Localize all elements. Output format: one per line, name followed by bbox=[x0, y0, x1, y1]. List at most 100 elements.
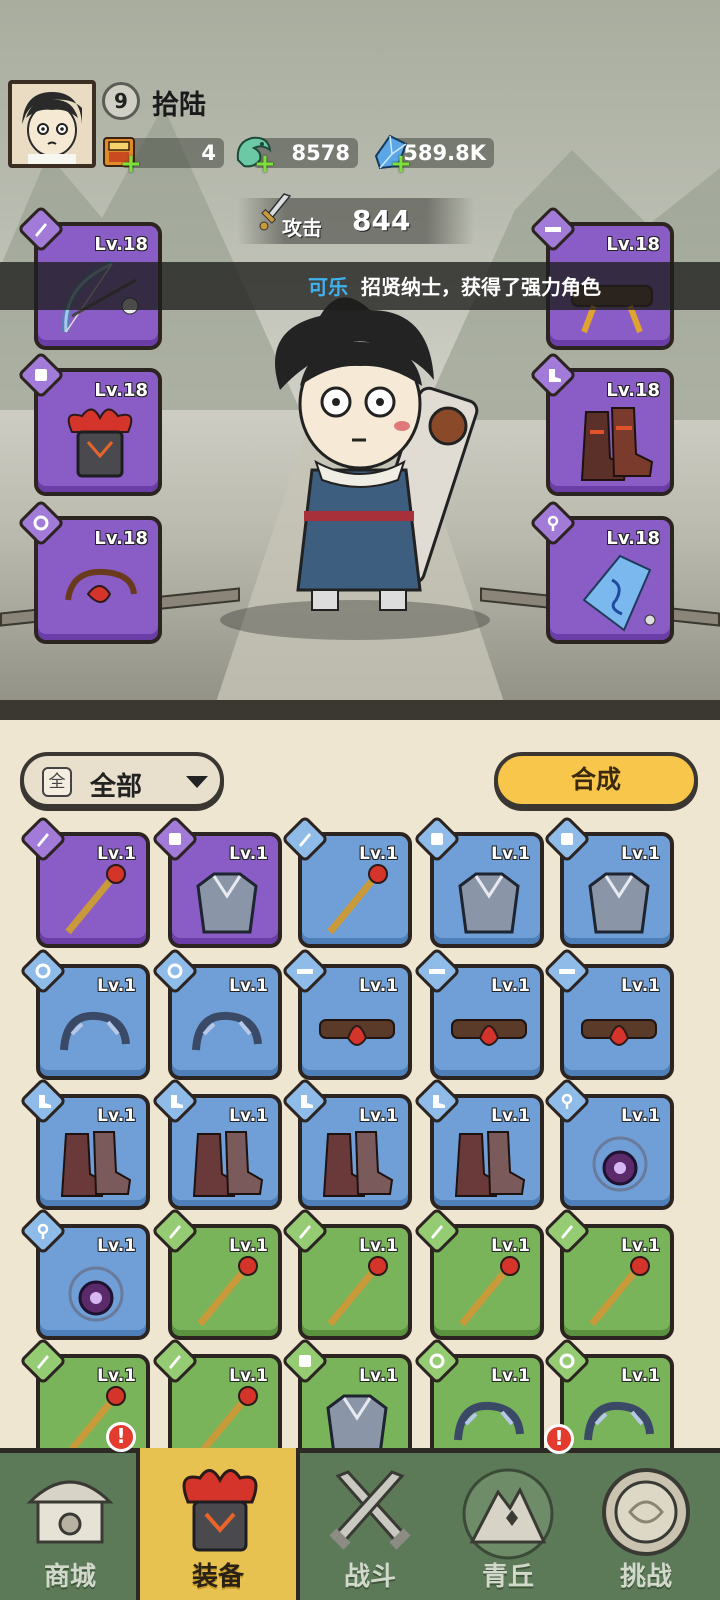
game-screen: { "player": {"level": "9", "name": "拾陆"}… bbox=[0, 0, 720, 1600]
boots-slot-icon bbox=[549, 369, 561, 382]
weapon-slot-icon bbox=[299, 833, 311, 847]
boots-icon bbox=[580, 407, 654, 481]
thorn-bracelet-icon bbox=[192, 1011, 262, 1051]
tab-label: 战斗 bbox=[343, 1562, 396, 1592]
belt-slot-icon bbox=[559, 969, 575, 974]
alert-badge: ! bbox=[544, 1424, 574, 1454]
weapon-slot-icon bbox=[37, 1355, 49, 1369]
bow-icon bbox=[589, 1256, 650, 1327]
inventory-item[interactable]: Lv.1 bbox=[150, 1076, 282, 1210]
inventory-item[interactable]: Lv.1 bbox=[150, 814, 282, 948]
tab-label: 商城 bbox=[43, 1562, 96, 1592]
item-level: Lv.18 bbox=[94, 234, 148, 255]
inventory-item[interactable]: Lv.1 bbox=[280, 946, 412, 1080]
item-level: Lv.1 bbox=[359, 1106, 398, 1126]
inventory-item[interactable]: Lv.1 bbox=[412, 946, 544, 1080]
filter-label: 全部 bbox=[90, 772, 143, 802]
tab-equipment[interactable]: 装备 bbox=[136, 1448, 300, 1600]
inventory-item[interactable]: Lv.1 bbox=[412, 814, 544, 948]
hero-character bbox=[275, 297, 479, 611]
inventory-item[interactable]: Lv.1 bbox=[542, 1076, 674, 1210]
claw-bracelet-icon bbox=[60, 1011, 130, 1051]
item-level: Lv.18 bbox=[94, 528, 148, 549]
shop-icon bbox=[26, 1480, 114, 1544]
armor-slot-icon bbox=[561, 833, 573, 845]
inventory-item[interactable]: Lv.1 bbox=[542, 1206, 674, 1340]
inventory-item[interactable]: Lv.1 bbox=[18, 1076, 150, 1210]
amulet-slot-icon bbox=[37, 1223, 49, 1239]
item-level: Lv.1 bbox=[229, 976, 268, 996]
inventory-item[interactable]: Lv.1 bbox=[412, 1206, 544, 1340]
filter-dropdown[interactable]: 全 全部 bbox=[20, 752, 224, 808]
ring-slot-icon bbox=[33, 515, 49, 531]
equipment-helmet-icon bbox=[182, 1469, 258, 1552]
inventory-item[interactable]: Lv.1 bbox=[18, 1206, 150, 1340]
marquee-message: 招贤纳士，获得了强力角色 bbox=[361, 275, 601, 299]
inventory-item[interactable]: Lv.1 bbox=[280, 814, 412, 948]
staff-icon bbox=[65, 864, 126, 935]
inventory-item[interactable]: Lv.1 bbox=[280, 1076, 412, 1210]
attack-value: 844 bbox=[352, 204, 411, 237]
chevron-down-icon bbox=[186, 776, 208, 788]
weapon-slot-icon bbox=[431, 1225, 443, 1239]
weapon-slot-icon bbox=[35, 223, 47, 237]
inventory-item[interactable]: Lv.1 bbox=[542, 946, 674, 1080]
armor-slot-icon bbox=[431, 833, 443, 845]
item-level: Lv.1 bbox=[97, 1106, 136, 1126]
filter-category-chip: 全 bbox=[42, 767, 72, 797]
equipped-slot-boots[interactable]: Lv.18 bbox=[528, 350, 674, 496]
equipped-slot-amulet[interactable]: Lv.18 bbox=[528, 498, 674, 644]
inventory-item[interactable]: Lv.1 bbox=[18, 814, 150, 948]
item-level: Lv.1 bbox=[229, 1366, 268, 1386]
craft-button[interactable]: 合成 bbox=[494, 752, 698, 808]
tab-shop[interactable]: 商城 ! bbox=[2, 1422, 138, 1600]
weapon-slot-icon bbox=[169, 1225, 181, 1239]
item-level: Lv.1 bbox=[359, 976, 398, 996]
item-level: Lv.1 bbox=[491, 976, 530, 996]
inventory-item[interactable]: Lv.1 bbox=[150, 946, 282, 1080]
item-level: Lv.18 bbox=[606, 528, 660, 549]
boots-slot-icon bbox=[39, 1095, 51, 1108]
armor-slot-icon bbox=[169, 833, 181, 845]
inventory-item[interactable]: Lv.1 bbox=[542, 814, 674, 948]
armor-slot-icon bbox=[299, 1355, 311, 1367]
item-level: Lv.1 bbox=[97, 976, 136, 996]
equipped-slot-armor[interactable]: Lv.18 bbox=[16, 350, 162, 496]
item-level: Lv.1 bbox=[491, 844, 530, 864]
inventory-item[interactable]: Lv.1 bbox=[150, 1206, 282, 1340]
tab-challenge[interactable]: 挑战 bbox=[578, 1448, 714, 1600]
item-level: Lv.18 bbox=[94, 380, 148, 401]
frost-boots-icon bbox=[192, 1131, 264, 1197]
player-avatar[interactable] bbox=[8, 80, 96, 168]
ring-slot-icon bbox=[559, 1353, 575, 1369]
chestplate-icon bbox=[196, 872, 258, 934]
add-tickets-button[interactable]: + bbox=[120, 151, 142, 177]
item-level: Lv.1 bbox=[97, 1236, 136, 1256]
flame-boots-icon bbox=[60, 1131, 132, 1197]
bracelet-icon bbox=[65, 568, 137, 603]
attack-label: 攻击 bbox=[282, 216, 322, 240]
equipped-slot-ring[interactable]: Lv.18 bbox=[16, 498, 162, 644]
tab-label: 挑战 bbox=[619, 1562, 672, 1592]
tab-label: 装备 bbox=[191, 1562, 244, 1592]
add-crystal-button[interactable]: + bbox=[390, 151, 412, 177]
item-level: Lv.1 bbox=[359, 844, 398, 864]
weapon-slot-icon bbox=[299, 1225, 311, 1239]
tab-label: 青丘 bbox=[481, 1562, 534, 1592]
tab-qingqiu[interactable]: 青丘 ! bbox=[440, 1424, 576, 1600]
add-jade-button[interactable]: + bbox=[254, 151, 276, 177]
amulet-slot-icon bbox=[547, 515, 559, 531]
inventory-item[interactable]: Lv.1 bbox=[280, 1206, 412, 1340]
inventory-item[interactable]: Lv.1 bbox=[412, 1076, 544, 1210]
tab-battle[interactable]: 战斗 bbox=[302, 1448, 438, 1600]
item-level: Lv.1 bbox=[229, 1106, 268, 1126]
item-level: Lv.1 bbox=[621, 1366, 660, 1386]
amulet-slot-icon bbox=[561, 1093, 573, 1109]
inventory-item[interactable]: Lv.1 bbox=[18, 946, 150, 1080]
item-level: Lv.1 bbox=[97, 844, 136, 864]
item-level: Lv.1 bbox=[359, 1366, 398, 1386]
ice-armor-icon bbox=[458, 872, 520, 934]
lotus-belt-icon bbox=[319, 1019, 395, 1046]
flower-mace-icon bbox=[197, 1256, 258, 1327]
mountain-icon bbox=[462, 1468, 554, 1560]
